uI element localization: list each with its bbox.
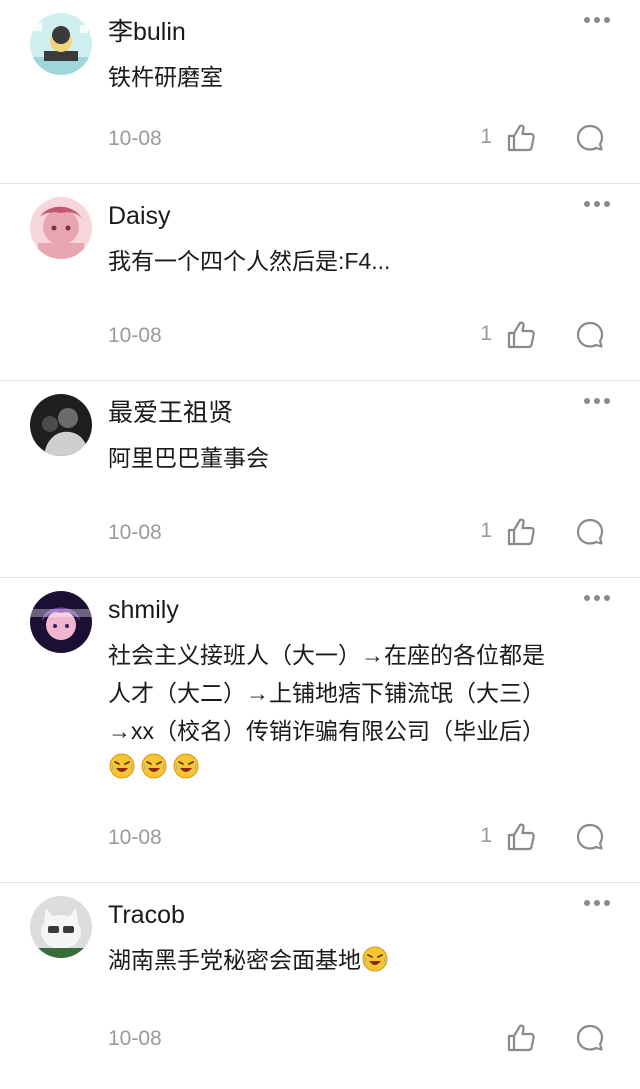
thumbs-up-icon[interactable] <box>506 822 536 852</box>
comment-text: 铁杵研磨室 <box>108 58 600 96</box>
avatar[interactable] <box>30 394 92 456</box>
comment-text: 社会主义接班人（大一）→在座的各位都是 人才（大二）→上铺地痞下铺流氓（大三） … <box>108 636 600 780</box>
comment-text-line: 阿里巴巴董事会 <box>108 445 269 471</box>
comment-bubble-icon[interactable] <box>575 517 605 547</box>
more-horizontal-icon[interactable] <box>582 590 612 606</box>
like-count: 1 <box>480 322 492 345</box>
comment-item: 最爱王祖贤 阿里巴巴董事会 10-08 1 <box>0 381 640 578</box>
like-count: 1 <box>480 125 492 148</box>
thumbs-up-icon[interactable] <box>506 320 536 350</box>
like-count: 1 <box>480 519 492 542</box>
comment-text-line: →xx（校名）传销诈骗有限公司（毕业后） <box>108 718 545 744</box>
comment-text-line: 人才（大二）→上铺地痞下铺流氓（大三） <box>108 680 545 706</box>
comment-bubble-icon[interactable] <box>575 1023 605 1053</box>
thumbs-up-icon[interactable] <box>506 517 536 547</box>
comment-text: 我有一个四个人然后是:F4... <box>108 242 600 280</box>
emoji-row <box>108 752 600 780</box>
more-horizontal-icon[interactable] <box>582 196 612 212</box>
comment-date: 10-08 <box>108 127 162 150</box>
more-horizontal-icon[interactable] <box>582 393 612 409</box>
avatar[interactable] <box>30 896 92 958</box>
username[interactable]: Tracob <box>108 899 185 931</box>
comment-date: 10-08 <box>108 521 162 544</box>
comment-text: 湖南黑手党秘密会面基地 <box>108 941 600 979</box>
comment-text-line: 湖南黑手党秘密会面基地 <box>108 941 600 979</box>
username[interactable]: shmily <box>108 594 179 626</box>
comment-item: shmily 社会主义接班人（大一）→在座的各位都是 人才（大二）→上铺地痞下铺… <box>0 578 640 883</box>
avatar[interactable] <box>30 13 92 75</box>
rofl-emoji <box>172 752 200 780</box>
avatar-image <box>30 197 92 259</box>
avatar[interactable] <box>30 197 92 259</box>
rofl-emoji <box>108 752 136 780</box>
comment-bubble-icon[interactable] <box>575 320 605 350</box>
thumbs-up-icon[interactable] <box>506 123 536 153</box>
avatar[interactable] <box>30 591 92 653</box>
like-count: 1 <box>480 824 492 847</box>
comment-text-line: 我有一个四个人然后是:F4... <box>108 248 391 274</box>
avatar-image <box>30 896 92 958</box>
comment-date: 10-08 <box>108 324 162 347</box>
comment-date: 10-08 <box>108 1027 162 1050</box>
avatar-image <box>30 13 92 75</box>
rofl-emoji <box>140 752 168 780</box>
comment-date: 10-08 <box>108 826 162 849</box>
more-horizontal-icon[interactable] <box>582 895 612 911</box>
avatar-image <box>30 591 92 653</box>
username[interactable]: Daisy <box>108 200 171 232</box>
comment-text-span: 湖南黑手党秘密会面基地 <box>108 947 361 973</box>
more-horizontal-icon[interactable] <box>582 12 612 28</box>
comment-bubble-icon[interactable] <box>575 123 605 153</box>
username[interactable]: 李bulin <box>108 16 186 48</box>
comment-bubble-icon[interactable] <box>575 822 605 852</box>
comment-text-line: 铁杵研磨室 <box>108 64 223 90</box>
comment-item: Daisy 我有一个四个人然后是:F4... 10-08 1 <box>0 184 640 381</box>
comment-item: 李bulin 铁杵研磨室 10-08 1 <box>0 0 640 184</box>
rofl-emoji <box>361 945 389 973</box>
comment-item: Tracob 湖南黑手党秘密会面基地 10-08 <box>0 883 640 1083</box>
comment-text-line: 社会主义接班人（大一）→在座的各位都是 <box>108 642 545 668</box>
comment-text: 阿里巴巴董事会 <box>108 439 600 477</box>
avatar-image <box>30 394 92 456</box>
thumbs-up-icon[interactable] <box>506 1023 536 1053</box>
username[interactable]: 最爱王祖贤 <box>108 397 233 429</box>
